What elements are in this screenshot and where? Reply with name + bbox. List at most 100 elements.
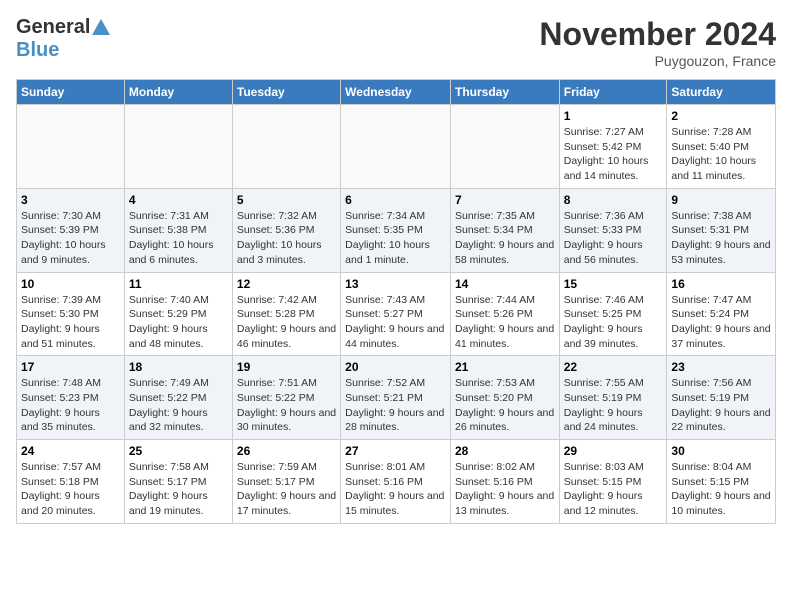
day-number: 8	[564, 193, 663, 207]
day-number: 27	[345, 444, 446, 458]
calendar-day-30: 30 Sunrise: 8:04 AMSunset: 5:15 PMDayligh…	[667, 440, 776, 524]
calendar-day-27: 27 Sunrise: 8:01 AMSunset: 5:16 PMDayligh…	[341, 440, 451, 524]
day-info: Sunrise: 7:27 AMSunset: 5:42 PMDaylight:…	[564, 125, 663, 184]
calendar-day-23: 23 Sunrise: 7:56 AMSunset: 5:19 PMDayligh…	[667, 356, 776, 440]
calendar-table: SundayMondayTuesdayWednesdayThursdayFrid…	[16, 79, 776, 524]
header-wednesday: Wednesday	[341, 80, 451, 105]
day-info: Sunrise: 7:36 AMSunset: 5:33 PMDaylight:…	[564, 209, 663, 268]
day-number: 26	[237, 444, 336, 458]
calendar-day-22: 22 Sunrise: 7:55 AMSunset: 5:19 PMDayligh…	[559, 356, 667, 440]
calendar-empty-cell	[341, 105, 451, 189]
calendar-week-row: 24 Sunrise: 7:57 AMSunset: 5:18 PMDayligh…	[17, 440, 776, 524]
day-info: Sunrise: 7:57 AMSunset: 5:18 PMDaylight:…	[21, 460, 120, 519]
title-area: November 2024 Puygouzon, France	[539, 16, 776, 69]
calendar-day-8: 8 Sunrise: 7:36 AMSunset: 5:33 PMDaylight…	[559, 188, 667, 272]
day-number: 15	[564, 277, 663, 291]
calendar-empty-cell	[450, 105, 559, 189]
logo-text: General	[16, 16, 112, 39]
day-info: Sunrise: 7:31 AMSunset: 5:38 PMDaylight:…	[129, 209, 228, 268]
header-tuesday: Tuesday	[232, 80, 340, 105]
calendar-week-row: 17 Sunrise: 7:48 AMSunset: 5:23 PMDayligh…	[17, 356, 776, 440]
day-info: Sunrise: 7:47 AMSunset: 5:24 PMDaylight:…	[671, 293, 771, 352]
day-info: Sunrise: 7:49 AMSunset: 5:22 PMDaylight:…	[129, 376, 228, 435]
logo: General Blue	[16, 16, 112, 62]
calendar-day-3: 3Sunrise: 7:30 AMSunset: 5:39 PMDaylight…	[17, 188, 125, 272]
day-info: Sunrise: 7:48 AMSunset: 5:23 PMDaylight:…	[21, 376, 120, 435]
day-info: Sunrise: 7:53 AMSunset: 5:20 PMDaylight:…	[455, 376, 555, 435]
day-number: 14	[455, 277, 555, 291]
calendar-day-6: 6Sunrise: 7:34 AMSunset: 5:35 PMDaylight…	[341, 188, 451, 272]
day-info: Sunrise: 8:02 AMSunset: 5:16 PMDaylight:…	[455, 460, 555, 519]
page-header: General Blue November 2024 Puygouzon, Fr…	[16, 16, 776, 69]
day-number: 9	[671, 193, 771, 207]
day-number: 12	[237, 277, 336, 291]
calendar-day-17: 17 Sunrise: 7:48 AMSunset: 5:23 PMDayligh…	[17, 356, 125, 440]
day-info: Sunrise: 8:01 AMSunset: 5:16 PMDaylight:…	[345, 460, 446, 519]
calendar-week-row: 10 Sunrise: 7:39 AMSunset: 5:30 PMDayligh…	[17, 272, 776, 356]
day-info: Sunrise: 7:52 AMSunset: 5:21 PMDaylight:…	[345, 376, 446, 435]
calendar-empty-cell	[17, 105, 125, 189]
day-info: Sunrise: 7:32 AMSunset: 5:36 PMDaylight:…	[237, 209, 336, 268]
day-info: Sunrise: 7:42 AMSunset: 5:28 PMDaylight:…	[237, 293, 336, 352]
calendar-empty-cell	[232, 105, 340, 189]
day-info: Sunrise: 7:28 AMSunset: 5:40 PMDaylight:…	[671, 125, 771, 184]
day-number: 10	[21, 277, 120, 291]
header-thursday: Thursday	[450, 80, 559, 105]
day-info: Sunrise: 7:56 AMSunset: 5:19 PMDaylight:…	[671, 376, 771, 435]
day-number: 18	[129, 360, 228, 374]
calendar-day-25: 25Sunrise: 7:58 AMSunset: 5:17 PMDayligh…	[124, 440, 232, 524]
day-number: 3	[21, 193, 120, 207]
day-number: 21	[455, 360, 555, 374]
day-number: 2	[671, 109, 771, 123]
day-info: Sunrise: 7:55 AMSunset: 5:19 PMDaylight:…	[564, 376, 663, 435]
day-number: 22	[564, 360, 663, 374]
calendar-day-29: 29Sunrise: 8:03 AMSunset: 5:15 PMDayligh…	[559, 440, 667, 524]
calendar-day-10: 10 Sunrise: 7:39 AMSunset: 5:30 PMDayligh…	[17, 272, 125, 356]
calendar-day-9: 9 Sunrise: 7:38 AMSunset: 5:31 PMDaylight…	[667, 188, 776, 272]
location: Puygouzon, France	[539, 53, 776, 69]
day-info: Sunrise: 7:34 AMSunset: 5:35 PMDaylight:…	[345, 209, 446, 268]
day-info: Sunrise: 7:39 AMSunset: 5:30 PMDaylight:…	[21, 293, 120, 352]
calendar-week-row: 1 Sunrise: 7:27 AMSunset: 5:42 PMDaylight…	[17, 105, 776, 189]
day-info: Sunrise: 7:46 AMSunset: 5:25 PMDaylight:…	[564, 293, 663, 352]
header-monday: Monday	[124, 80, 232, 105]
day-number: 20	[345, 360, 446, 374]
logo-subtext: Blue	[16, 39, 112, 62]
calendar-day-16: 16Sunrise: 7:47 AMSunset: 5:24 PMDayligh…	[667, 272, 776, 356]
calendar-day-13: 13Sunrise: 7:43 AMSunset: 5:27 PMDayligh…	[341, 272, 451, 356]
day-info: Sunrise: 7:35 AMSunset: 5:34 PMDaylight:…	[455, 209, 555, 268]
day-info: Sunrise: 7:59 AMSunset: 5:17 PMDaylight:…	[237, 460, 336, 519]
calendar-day-7: 7 Sunrise: 7:35 AMSunset: 5:34 PMDaylight…	[450, 188, 559, 272]
calendar-header-row: SundayMondayTuesdayWednesdayThursdayFrid…	[17, 80, 776, 105]
day-number: 24	[21, 444, 120, 458]
header-friday: Friday	[559, 80, 667, 105]
day-info: Sunrise: 7:40 AMSunset: 5:29 PMDaylight:…	[129, 293, 228, 352]
calendar-day-4: 4 Sunrise: 7:31 AMSunset: 5:38 PMDaylight…	[124, 188, 232, 272]
calendar-day-26: 26 Sunrise: 7:59 AMSunset: 5:17 PMDayligh…	[232, 440, 340, 524]
calendar-empty-cell	[124, 105, 232, 189]
day-number: 13	[345, 277, 446, 291]
calendar-day-1: 1 Sunrise: 7:27 AMSunset: 5:42 PMDaylight…	[559, 105, 667, 189]
calendar-day-18: 18 Sunrise: 7:49 AMSunset: 5:22 PMDayligh…	[124, 356, 232, 440]
calendar-day-5: 5Sunrise: 7:32 AMSunset: 5:36 PMDaylight…	[232, 188, 340, 272]
header-sunday: Sunday	[17, 80, 125, 105]
day-number: 4	[129, 193, 228, 207]
calendar-day-11: 11 Sunrise: 7:40 AMSunset: 5:29 PMDayligh…	[124, 272, 232, 356]
day-info: Sunrise: 7:38 AMSunset: 5:31 PMDaylight:…	[671, 209, 771, 268]
day-number: 23	[671, 360, 771, 374]
day-info: Sunrise: 8:04 AMSunset: 5:15 PMDaylight:…	[671, 460, 771, 519]
day-number: 17	[21, 360, 120, 374]
day-number: 7	[455, 193, 555, 207]
calendar-day-2: 2 Sunrise: 7:28 AMSunset: 5:40 PMDaylight…	[667, 105, 776, 189]
calendar-day-14: 14Sunrise: 7:44 AMSunset: 5:26 PMDayligh…	[450, 272, 559, 356]
calendar-day-19: 19Sunrise: 7:51 AMSunset: 5:22 PMDayligh…	[232, 356, 340, 440]
day-number: 1	[564, 109, 663, 123]
month-title: November 2024	[539, 16, 776, 53]
day-info: Sunrise: 7:58 AMSunset: 5:17 PMDaylight:…	[129, 460, 228, 519]
day-info: Sunrise: 7:51 AMSunset: 5:22 PMDaylight:…	[237, 376, 336, 435]
day-info: Sunrise: 8:03 AMSunset: 5:15 PMDaylight:…	[564, 460, 663, 519]
day-number: 11	[129, 277, 228, 291]
day-number: 28	[455, 444, 555, 458]
day-number: 30	[671, 444, 771, 458]
calendar-day-12: 12 Sunrise: 7:42 AMSunset: 5:28 PMDayligh…	[232, 272, 340, 356]
